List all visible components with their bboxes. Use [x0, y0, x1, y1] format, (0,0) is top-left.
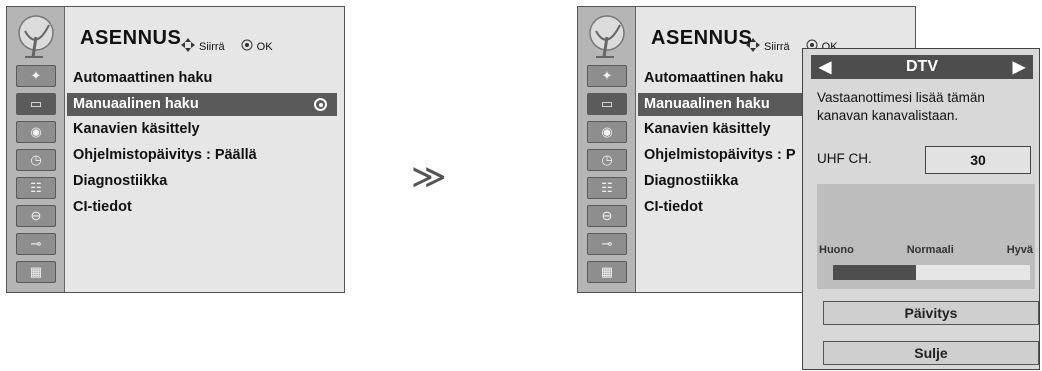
broadcast-type-selector[interactable]: ◀ DTV ▶ — [811, 55, 1033, 79]
update-button[interactable]: Päivitys — [823, 301, 1039, 325]
signal-strength-bar — [833, 265, 1030, 280]
clapper-icon[interactable]: ▦ — [16, 261, 56, 283]
menu-item-software-update[interactable]: Ohjelmistopäivitys : P — [638, 144, 808, 167]
move-arrows-icon — [181, 38, 195, 55]
input-plug-icon[interactable]: ⊸ — [16, 233, 56, 255]
hint-ok-label: OK — [256, 40, 273, 53]
clock-icon[interactable]: ◷ — [16, 149, 56, 171]
menu-item-automatic-search[interactable]: Automaattinen haku — [67, 67, 337, 90]
clock-icon[interactable]: ◷ — [587, 149, 627, 171]
signal-normal-label: Normaali — [906, 244, 954, 256]
prev-arrow-icon[interactable]: ◀ — [819, 57, 831, 77]
menu-item-ci-info[interactable]: CI-tiedot — [67, 196, 337, 219]
input-plug-icon[interactable]: ⊸ — [587, 233, 627, 255]
tv-picture-icon[interactable]: ▭ — [16, 93, 56, 115]
signal-strength-fill — [833, 265, 916, 280]
menu-item-channel-edit[interactable]: Kanavien käsittely — [67, 118, 337, 141]
hint-move-label: Siirrä — [764, 40, 790, 53]
option-icon[interactable]: ☷ — [16, 177, 56, 199]
tv-picture-icon[interactable]: ▭ — [587, 93, 627, 115]
channel-label: UHF CH. — [817, 151, 872, 166]
broadcast-type-value: DTV — [906, 58, 938, 75]
menu-title: ASENNUS — [80, 27, 182, 49]
menu-item-manual-search[interactable]: Manuaalinen haku — [638, 93, 808, 116]
menu-item-diagnostics[interactable]: Diagnostiikka — [67, 170, 337, 193]
channel-number-field[interactable]: 30 — [925, 146, 1031, 174]
menu-item-manual-search[interactable]: Manuaalinen haku — [67, 93, 337, 116]
menu-item-automatic-search[interactable]: Automaattinen haku — [638, 67, 808, 90]
satellite-dish-logo-icon — [589, 15, 625, 58]
menu-item-channel-edit[interactable]: Kanavien käsittely — [638, 118, 808, 141]
signal-scale: Huono Normaali Hyvä — [819, 244, 1033, 256]
menu-item-diagnostics[interactable]: Diagnostiikka — [638, 170, 808, 193]
menu-item-ci-info[interactable]: CI-tiedot — [638, 196, 808, 219]
signal-bad-label: Huono — [819, 244, 854, 256]
audio-disc-icon[interactable]: ◉ — [16, 121, 56, 143]
satellite-icon[interactable]: ✦ — [587, 65, 627, 87]
satellite-icon[interactable]: ✦ — [16, 65, 56, 87]
manual-search-dialog: ◀ DTV ▶ Vastaanottimesi lisää tämän kana… — [802, 48, 1040, 370]
clapper-icon[interactable]: ▦ — [587, 261, 627, 283]
audio-disc-icon[interactable]: ◉ — [587, 121, 627, 143]
dialog-message: Vastaanottimesi lisää tämän kanavan kana… — [817, 90, 985, 123]
setup-menu-left: ASENNUS Siirrä OK ✦ ▭ ◉ ◷ ☷ ⊖ ⊸ ▦ Automa… — [6, 6, 345, 293]
selected-radio-icon — [314, 98, 327, 111]
menu-item-label: Manuaalinen haku — [73, 96, 199, 112]
satellite-dish-logo-icon — [18, 15, 54, 58]
transition-arrow: ≫ — [411, 158, 447, 196]
close-button[interactable]: Sulje — [823, 341, 1039, 365]
lock-icon[interactable]: ⊖ — [587, 205, 627, 227]
move-arrows-icon — [746, 38, 760, 55]
option-icon[interactable]: ☷ — [587, 177, 627, 199]
ok-button-icon — [241, 39, 253, 54]
next-arrow-icon[interactable]: ▶ — [1013, 57, 1025, 77]
hint-move-label: Siirrä — [199, 40, 225, 53]
signal-good-label: Hyvä — [1006, 244, 1033, 256]
lock-icon[interactable]: ⊖ — [16, 205, 56, 227]
key-hints: Siirrä OK — [181, 38, 273, 55]
menu-title: ASENNUS — [651, 27, 753, 49]
menu-item-software-update[interactable]: Ohjelmistopäivitys : Päällä — [67, 144, 337, 167]
